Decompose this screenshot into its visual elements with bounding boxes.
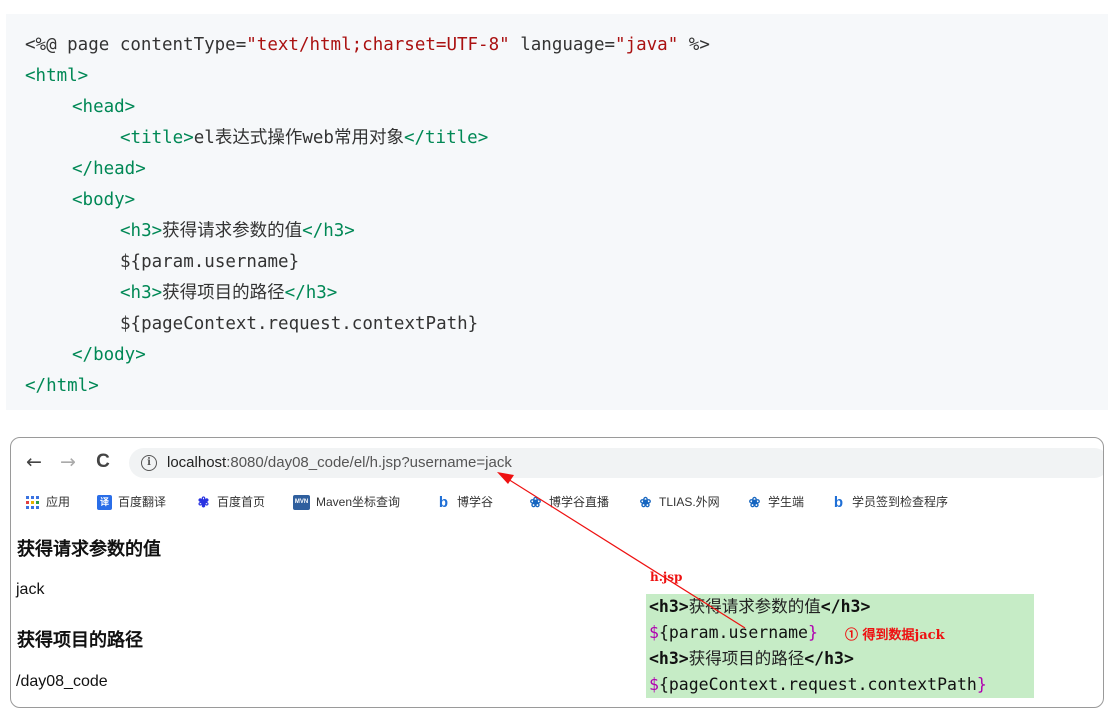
heading-context-path: 获得项目的路径 (17, 630, 143, 650)
checkin-icon: b (833, 494, 844, 512)
annotation-filename: h.jsp (650, 570, 683, 584)
bookmark-checkin[interactable]: b 学员签到检查程序 (831, 493, 948, 511)
code-line-page-directive: <%@ page contentType="text/html;charset=… (25, 35, 710, 55)
code-line-el-path: ${pageContext.request.contextPath} (120, 314, 479, 334)
baidu-translate-icon: 译 (97, 495, 112, 511)
back-button[interactable]: ← (21, 449, 47, 475)
code-line-el-param: ${param.username} (120, 252, 300, 272)
site-info-icon[interactable]: i (141, 455, 157, 471)
code-line-html-close: </html> (25, 376, 99, 396)
code-line-html-open: <html> (25, 66, 89, 86)
code-line-title: <title>el表达式操作web常用对象</title> (120, 128, 489, 148)
annotation-line-h3-path: <h3>获得项目的路径</h3> (649, 649, 854, 668)
code-line-head-open: <head> (72, 97, 136, 117)
code-line-body-close: </body> (72, 345, 146, 365)
code-block: <%@ page contentType="text/html;charset=… (6, 14, 1108, 410)
reload-button[interactable]: C (90, 449, 116, 475)
maven-icon: MVN (293, 495, 310, 511)
bookmark-apps[interactable]: 应用 (25, 493, 70, 511)
baidu-paw-icon: ✾ (197, 494, 210, 511)
annotation-code-box: <h3>获得请求参数的值</h3> ${param.username} <h3>… (646, 594, 1034, 698)
bookmark-boxuegu-live[interactable]: ❀ 博学谷直播 (528, 493, 609, 511)
url-text[interactable]: localhost:8080/day08_code/el/h.jsp?usern… (167, 448, 512, 478)
bookmark-baidu-home[interactable]: ✾ 百度首页 (196, 493, 265, 511)
bookmark-tlias[interactable]: ❀ TLIAS.外网 (638, 493, 720, 511)
annotation-note: ① 得到数据jack (845, 628, 945, 643)
apps-grid-icon (25, 495, 40, 510)
annotation-line-el-path: ${pageContext.request.contextPath} (649, 675, 987, 694)
browser-toolbar: ← → C i localhost:8080/day08_code/el/h.j… (11, 438, 1103, 490)
tlias-icon: ❀ (639, 494, 652, 511)
bookmark-boxuegu[interactable]: b 博学谷 (436, 493, 493, 511)
value-username: jack (16, 581, 45, 598)
bookmarks-bar: 应用 译百度翻译 ✾ 百度首页 MVN Maven坐标查询 b 博学谷 ❀ 博学谷直播 … (11, 490, 1103, 514)
annotation-line-h3-param: <h3>获得请求参数的值</h3> (649, 597, 871, 616)
live-icon: ❀ (529, 494, 542, 511)
bookmark-maven[interactable]: MVN Maven坐标查询 (293, 493, 400, 511)
boxuegu-icon: b (438, 494, 449, 512)
annotation-line-el-param: ${param.username} (649, 623, 818, 642)
code-line-h3-path: <h3>获得项目的路径</h3> (120, 283, 338, 303)
code-line-head-close: </head> (72, 159, 146, 179)
code-line-h3-param: <h3>获得请求参数的值</h3> (120, 221, 355, 241)
bookmark-student[interactable]: ❀ 学生端 (747, 493, 804, 511)
code-line-body-open: <body> (72, 190, 136, 210)
bookmark-baidu-translate[interactable]: 译百度翻译 (97, 493, 166, 511)
student-icon: ❀ (748, 494, 761, 511)
heading-request-param: 获得请求参数的值 (17, 539, 161, 559)
address-bar[interactable]: i localhost:8080/day08_code/el/h.jsp?use… (129, 448, 1103, 478)
value-context-path: /day08_code (16, 673, 108, 690)
forward-button[interactable]: → (55, 449, 81, 475)
